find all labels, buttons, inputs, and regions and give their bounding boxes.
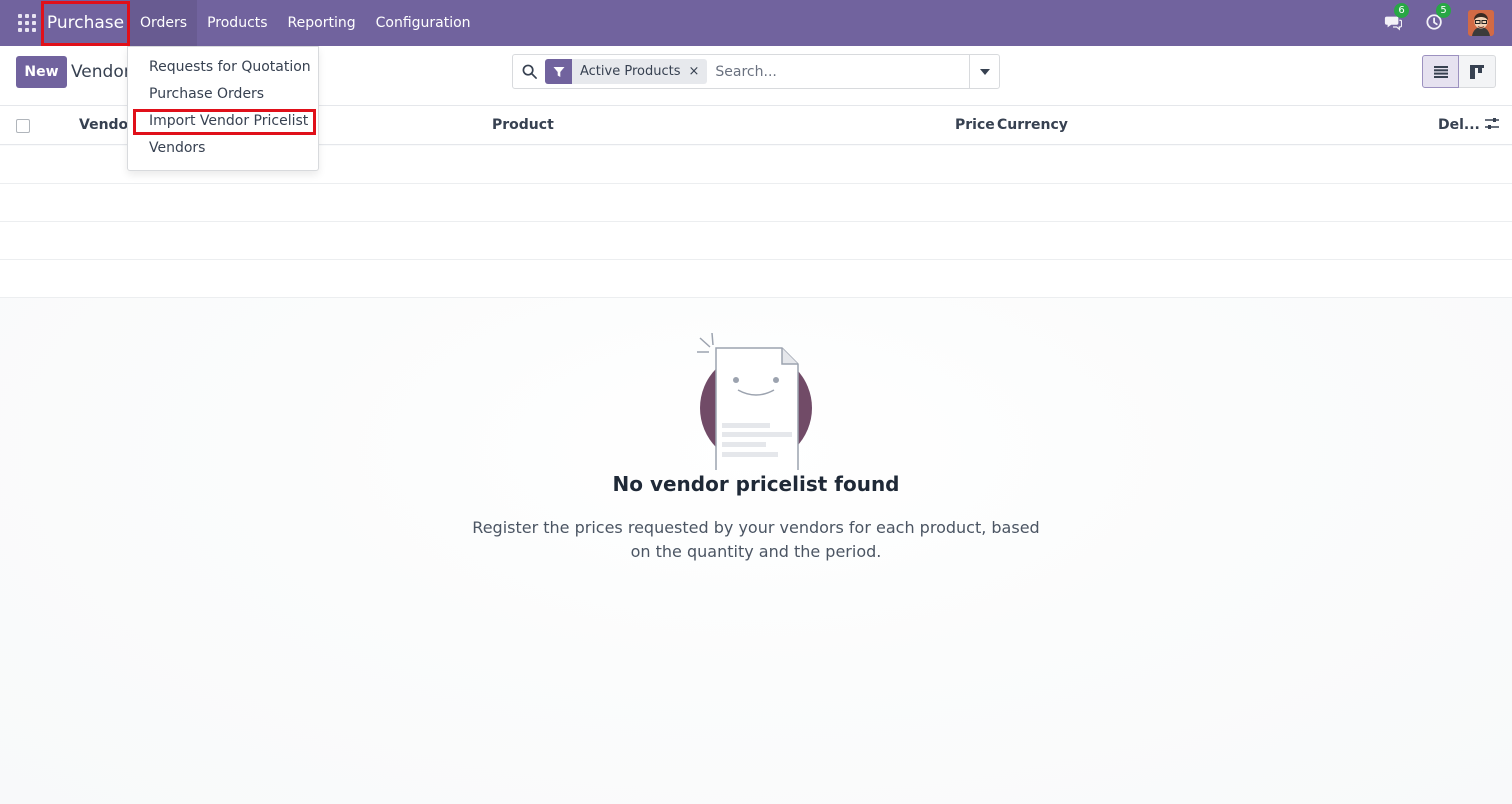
- app-menu-icon[interactable]: [18, 14, 36, 32]
- list-view-button[interactable]: [1422, 55, 1459, 88]
- orders-dropdown-menu: Requests for Quotation Purchase Orders I…: [127, 46, 319, 171]
- search-facet: Active Products ×: [545, 59, 708, 84]
- dropdown-item-purchase-orders[interactable]: Purchase Orders: [149, 86, 264, 102]
- systray: 6 5: [1384, 0, 1512, 46]
- column-price[interactable]: Price: [955, 117, 995, 133]
- messages-button[interactable]: 6: [1384, 3, 1409, 33]
- main-menu: Orders Products Reporting Configuration: [130, 0, 481, 46]
- menu-reporting[interactable]: Reporting: [278, 0, 366, 46]
- facet-remove-icon[interactable]: ×: [688, 64, 707, 79]
- search-input[interactable]: [715, 63, 971, 80]
- search-icon[interactable]: [513, 55, 545, 88]
- empty-row: [0, 260, 1512, 298]
- menu-products[interactable]: Products: [197, 0, 277, 46]
- facet-label: Active Products: [580, 64, 681, 79]
- search-bar: Active Products ×: [512, 54, 1000, 89]
- kanban-icon: [1470, 64, 1484, 79]
- dropdown-item-requests-for-quotation[interactable]: Requests for Quotation: [149, 59, 311, 75]
- app-brand-purchase[interactable]: Purchase: [41, 0, 130, 46]
- empty-state-title: No vendor pricelist found: [612, 472, 900, 496]
- search-options-toggle[interactable]: [969, 55, 999, 88]
- column-currency[interactable]: Currency: [997, 117, 1068, 133]
- column-product[interactable]: Product: [492, 117, 554, 133]
- menu-configuration[interactable]: Configuration: [366, 0, 481, 46]
- dropdown-item-import-vendor-pricelist[interactable]: Import Vendor Pricelist: [149, 113, 308, 129]
- messages-badge: 6: [1394, 3, 1409, 18]
- new-button[interactable]: New: [16, 56, 67, 88]
- select-all-checkbox[interactable]: [16, 119, 30, 133]
- top-navbar: Purchase Orders Products Reporting Confi…: [0, 0, 1512, 46]
- column-delivery[interactable]: Del...: [1438, 117, 1480, 133]
- filter-icon: [545, 59, 572, 84]
- activities-badge: 5: [1436, 3, 1451, 18]
- kanban-view-button[interactable]: [1459, 55, 1496, 88]
- empty-state-description: Register the prices requested by your ve…: [472, 518, 1040, 561]
- optional-columns-toggle[interactable]: [1484, 116, 1502, 134]
- dropdown-item-vendors[interactable]: Vendors: [149, 140, 205, 156]
- empty-row: [0, 222, 1512, 260]
- list-icon: [1433, 65, 1448, 78]
- view-switcher: [1422, 55, 1496, 88]
- user-avatar[interactable]: [1468, 10, 1494, 36]
- avatar-image: [1468, 10, 1494, 36]
- empty-row: [0, 184, 1512, 222]
- caret-down-icon: [979, 68, 990, 75]
- empty-document-illustration: [697, 332, 812, 470]
- sliders-icon: [1485, 118, 1499, 129]
- menu-orders[interactable]: Orders: [130, 0, 198, 46]
- activities-button[interactable]: 5: [1426, 3, 1451, 33]
